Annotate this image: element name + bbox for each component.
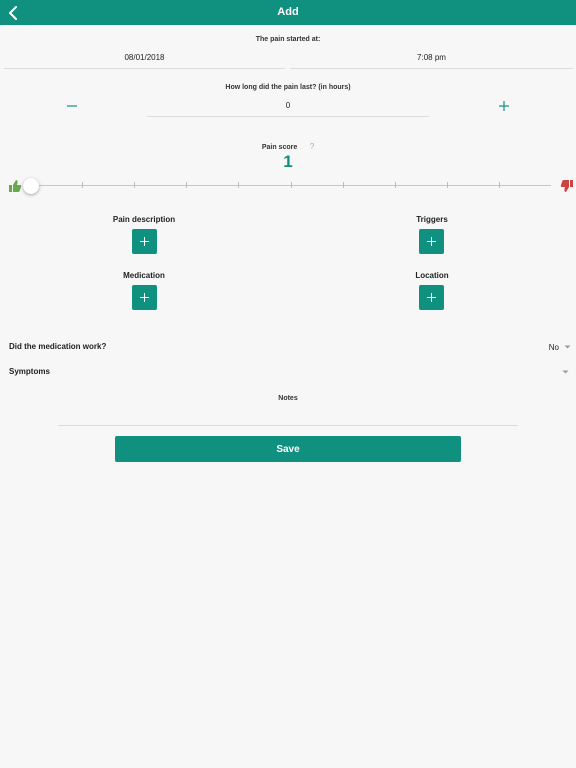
medication-work-select[interactable]: No <box>540 341 572 353</box>
medication-work-value: No <box>548 342 559 352</box>
page-title: Add <box>277 6 299 18</box>
notes-label: Notes <box>278 395 298 402</box>
duration-underline <box>147 116 429 117</box>
add-medication-button[interactable] <box>132 285 157 310</box>
chevron-down-icon <box>562 370 569 374</box>
app-header: Add <box>0 0 576 25</box>
add-pain-description-button[interactable] <box>132 229 157 254</box>
plus-icon <box>499 101 509 111</box>
slider-tick <box>186 182 187 188</box>
triggers-label: Triggers <box>416 215 448 224</box>
start-date-field[interactable]: 08/01/2018 <box>4 53 285 62</box>
pain-score-value: 1 <box>283 152 293 171</box>
start-label: The pain started at: <box>255 36 321 43</box>
slider-tick <box>82 182 83 188</box>
plus-icon <box>140 293 149 302</box>
plus-icon <box>427 237 436 246</box>
start-time-underline <box>290 68 573 69</box>
save-button[interactable]: Save <box>115 436 461 462</box>
slider-tick <box>134 182 135 188</box>
add-triggers-button[interactable] <box>419 229 444 254</box>
slider-tick <box>499 182 500 188</box>
location-label: Location <box>415 271 449 280</box>
decrement-button[interactable] <box>64 99 80 113</box>
pain-score-label: Pain score <box>261 144 298 151</box>
plus-icon <box>427 293 436 302</box>
notes-input[interactable] <box>58 406 518 424</box>
symptoms-select[interactable]: Symptoms <box>0 362 576 380</box>
help-icon[interactable]: ? <box>310 142 314 151</box>
plus-icon <box>140 237 149 246</box>
slider-tick <box>291 182 292 188</box>
medication-work-label: Did the medication work? <box>9 342 107 351</box>
medication-label: Medication <box>123 271 165 280</box>
slider-tick <box>238 182 239 188</box>
duration-label: How long did the pain last? (in hours) <box>225 84 351 91</box>
increment-button[interactable] <box>496 99 512 113</box>
thumbs-up-icon <box>8 179 22 193</box>
start-time-field[interactable]: 7:08 pm <box>290 53 573 62</box>
chevron-down-icon <box>564 345 571 349</box>
thumbs-down-icon <box>560 179 574 193</box>
slider-tick <box>395 182 396 188</box>
pain-description-label: Pain description <box>112 215 176 224</box>
slider-tick <box>447 182 448 188</box>
start-date-underline <box>4 68 285 69</box>
add-location-button[interactable] <box>419 285 444 310</box>
notes-underline <box>58 425 518 426</box>
minus-icon <box>67 105 77 107</box>
slider-tick <box>343 182 344 188</box>
duration-input[interactable]: 0 <box>147 101 429 110</box>
pain-slider-thumb[interactable] <box>23 178 39 194</box>
symptoms-label: Symptoms <box>9 367 50 376</box>
